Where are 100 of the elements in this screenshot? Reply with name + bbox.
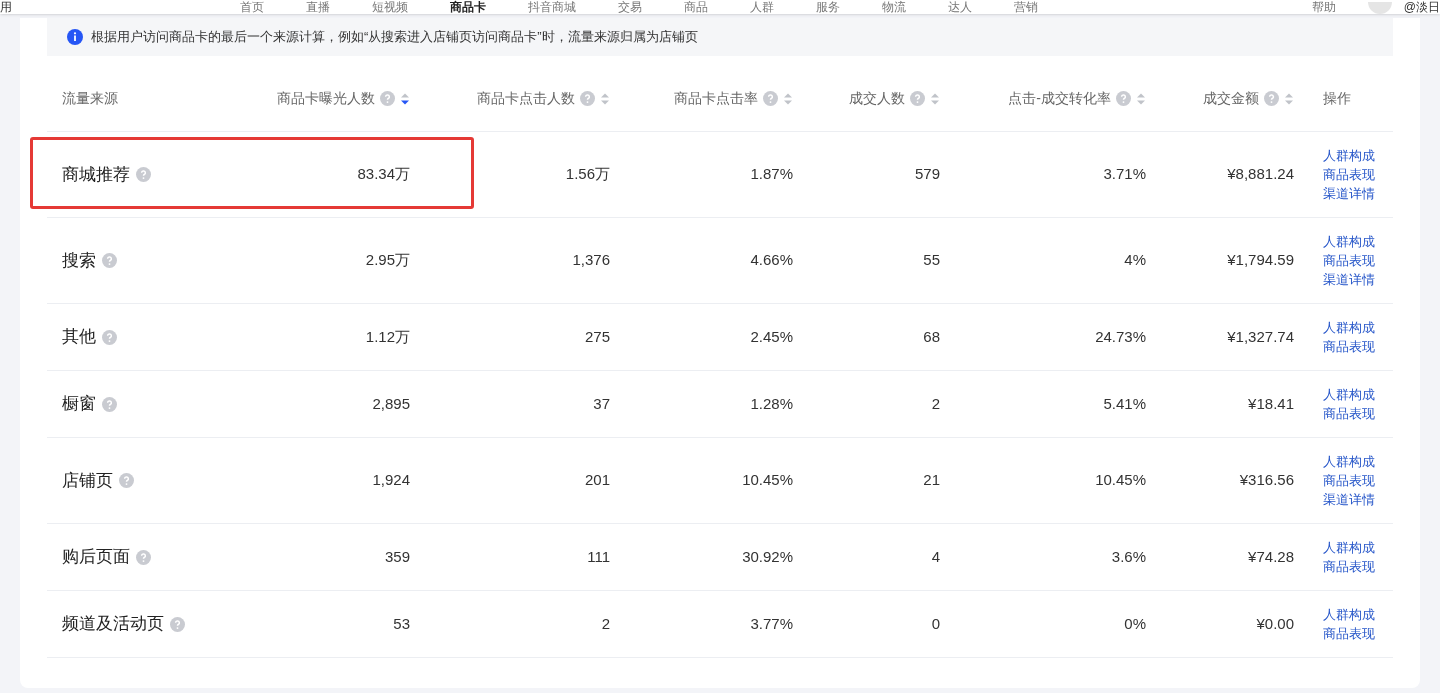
table-cell-text: ¥1,327.74 [1226,326,1294,347]
table-cell-text: 1,376 [571,250,610,271]
nav-tab[interactable]: 服务 [816,0,840,14]
table-cell-text: ¥1,794.59 [1226,250,1294,271]
table-cell-text: 5.41% [1102,393,1146,414]
table-cell-text: 10.45% [1094,470,1146,491]
table-cell-text: 3.77% [749,613,793,634]
nav-tab[interactable]: 交易 [618,0,642,14]
action-link[interactable]: 商品表现 [1323,251,1393,270]
table-cell-text: 2 [600,613,610,634]
table-cell-text: 4% [1123,250,1146,271]
table-cell-text: 10.45% [741,470,793,491]
table-cell-text: ¥74.28 [1247,546,1294,567]
action-link[interactable]: 商品表现 [1323,471,1393,490]
source-name: 其他 [62,326,96,349]
nav-tab[interactable]: 商品 [684,0,708,14]
table-cell-text: 24.73% [1094,326,1146,347]
column-header: 商品卡点击人数 [477,89,575,108]
table-cell-text: 275 [583,326,610,347]
action-link[interactable]: 商品表现 [1323,624,1393,643]
column-header: 操作 [1323,89,1351,108]
action-link[interactable]: 渠道详情 [1323,490,1393,509]
action-link[interactable]: 人群构成 [1323,452,1393,471]
nav-tab[interactable]: 短视频 [372,0,408,14]
help-icon[interactable] [763,91,778,106]
action-link[interactable]: 人群构成 [1323,146,1393,165]
table-cell-text: 3.6% [1110,546,1146,567]
action-link[interactable]: 商品表现 [1323,337,1393,356]
help-icon[interactable] [102,253,117,268]
info-icon [67,29,83,45]
table-cell-text: 4 [930,546,940,567]
table-cell-text: 111 [586,546,610,567]
column-header: 商品卡曝光人数 [277,89,375,108]
table-cell-text: 2 [930,393,940,414]
avatar[interactable] [1367,2,1392,14]
notice-text: 根据用户访问商品卡的最后一个来源计算，例如“从搜索进入店铺页访问商品卡”时，流量来源归属为店铺页 [91,28,698,47]
table-cell-text: 1.12万 [364,326,410,347]
table-cell-text: 0% [1123,613,1146,634]
table-cell-text: 68 [922,326,940,347]
nav-tab[interactable]: 抖音商城 [528,0,576,14]
nav-tab[interactable]: 达人 [948,0,972,14]
help-icon[interactable] [119,473,134,488]
source-name: 橱窗 [62,393,96,416]
action-link[interactable]: 人群构成 [1323,385,1393,404]
action-link[interactable]: 渠道详情 [1323,184,1393,203]
table-cell-text: 0 [930,613,940,634]
column-header: 成交人数 [849,89,905,108]
table-cell-text: 1.56万 [564,164,610,185]
help-icon[interactable] [170,616,185,632]
action-link[interactable]: 商品表现 [1323,165,1393,184]
source-name: 购后页面 [62,546,130,569]
help-icon[interactable] [136,167,151,182]
table-cell-text: 55 [922,250,940,271]
help-icon[interactable] [910,91,925,106]
source-name: 搜索 [62,249,96,272]
nav-tab[interactable]: 首页 [240,0,264,14]
table-cell-text: ¥316.56 [1238,470,1294,491]
table-cell-text: 359 [383,546,410,567]
action-link[interactable]: 人群构成 [1323,538,1393,557]
table-cell-text: 1.87% [749,164,793,185]
help-icon[interactable] [1264,91,1279,106]
action-link[interactable]: 商品表现 [1323,404,1393,423]
help-link[interactable]: 帮助 [1311,0,1336,14]
help-icon[interactable] [1116,91,1131,106]
action-link[interactable]: 人群构成 [1323,232,1393,251]
help-icon[interactable] [102,329,117,345]
account-name[interactable]: @淡日 [1403,0,1440,14]
help-icon[interactable] [580,91,595,106]
table-cell-text: 579 [913,164,940,185]
table-cell-text: 4.66% [749,250,793,271]
table-cell-text: ¥18.41 [1247,393,1294,414]
table-cell-text: 3.71% [1102,164,1146,185]
nav-tab[interactable]: 物流 [882,0,906,14]
help-icon[interactable] [102,396,117,412]
nav-label: 用 [0,0,13,14]
source-name: 频道及活动页 [62,613,164,636]
table-cell-text: 2.45% [749,326,793,347]
action-link[interactable]: 人群构成 [1323,318,1393,337]
table-cell-text: 30.92% [741,546,793,567]
table-cell-text: 2,895 [371,393,410,414]
table-cell-text: 1,924 [371,470,410,491]
table-cell-text: 53 [392,613,410,634]
table-cell-text: 83.34万 [356,164,410,185]
nav-tab[interactable]: 人群 [750,0,774,14]
table-cell-text: 21 [922,470,940,491]
table-cell-text: 1.28% [749,393,793,414]
table-cell-text: 2.95万 [364,250,410,271]
source-name: 商城推荐 [62,163,130,186]
column-header: 成交金额 [1203,89,1259,108]
help-icon[interactable] [136,549,151,565]
action-link[interactable]: 人群构成 [1323,605,1393,624]
help-icon[interactable] [380,91,395,106]
table-cell-text: 37 [592,393,610,414]
action-link[interactable]: 商品表现 [1323,557,1393,576]
action-link[interactable]: 渠道详情 [1323,270,1393,289]
nav-tab[interactable]: 直播 [306,0,330,14]
nav-tab[interactable]: 商品卡 [450,0,486,14]
table-cell-text: ¥0.00 [1255,613,1294,634]
source-name: 店铺页 [62,469,113,492]
nav-tab[interactable]: 营销 [1014,0,1038,14]
